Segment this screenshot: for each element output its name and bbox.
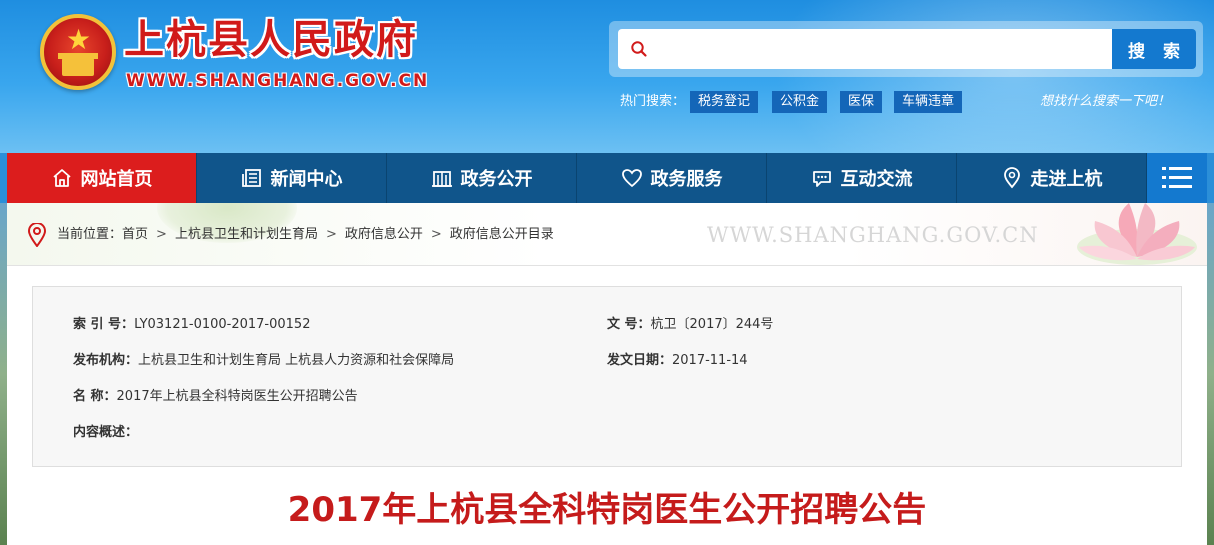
- breadcrumb-separator: >: [430, 227, 442, 242]
- breadcrumb-home[interactable]: 首页: [122, 225, 148, 245]
- side-scenery-left: [0, 203, 7, 545]
- url-watermark: WWW.SHANGHANG.GOV.CN: [707, 223, 1039, 247]
- nav-item-gov-affairs[interactable]: 政务公开: [387, 153, 577, 203]
- nav-label: 新闻中心: [270, 169, 343, 190]
- meta-index-label: 索 引 号：: [73, 317, 135, 332]
- home-icon: [52, 169, 71, 187]
- nav-item-gov-service[interactable]: 政务服务: [577, 153, 767, 203]
- search-box: [618, 29, 1112, 69]
- hot-tag-medical[interactable]: 医保: [840, 91, 883, 113]
- meta-date-value: 2017-11-14: [672, 353, 748, 368]
- breadcrumb-separator: >: [325, 227, 337, 242]
- meta-name-value: 2017年上杭县全科特岗医生公开招聘公告: [116, 389, 358, 404]
- nav-item-home[interactable]: 网站首页: [7, 153, 197, 203]
- breadcrumb-banner: WWW.SHANGHANG.GOV.CN 当前位置： 首页 > 上杭县卫生和计划…: [7, 203, 1207, 266]
- meta-name-label: 名 称：: [73, 389, 117, 404]
- breadcrumb-separator: >: [156, 227, 167, 242]
- search-icon: [631, 41, 647, 57]
- meta-index-value: LY03121-0100-2017-00152: [134, 317, 311, 332]
- hot-tag-fund[interactable]: 公积金: [772, 91, 828, 113]
- article-title: 2017年上杭县全科特岗医生公开招聘公告: [287, 490, 927, 530]
- meta-summary-label: 内容概述：: [73, 425, 139, 440]
- meta-publisher-value: 上杭县卫生和计划生育局 上杭县人力资源和社会保障局: [138, 353, 455, 368]
- emblem-star-icon: ★: [66, 23, 92, 56]
- meta-publisher-label: 发布机构：: [73, 353, 139, 368]
- site-title[interactable]: 上杭县人民政府: [124, 14, 418, 66]
- nav-item-interaction[interactable]: 互动交流: [767, 153, 957, 203]
- breadcrumb-prefix: 当前位置：: [57, 227, 123, 242]
- nav-label: 走进上杭: [1030, 169, 1103, 190]
- location-pin-icon: [27, 223, 47, 247]
- meta-index-row: 索 引 号：LY03121-0100-2017-00152: [73, 315, 310, 335]
- search-input[interactable]: [656, 35, 1106, 63]
- meta-date-row: 发文日期：2017-11-14: [607, 351, 748, 371]
- meta-name-row: 名 称：2017年上杭县全科特岗医生公开招聘公告: [73, 387, 358, 407]
- breadcrumb: 当前位置： 首页 > 上杭县卫生和计划生育局 > 政府信息公开 > 政府信息公开…: [57, 225, 554, 245]
- nav-item-about[interactable]: 走进上杭: [957, 153, 1147, 203]
- meta-summary-row: 内容概述：: [73, 423, 138, 443]
- nav-menu-button[interactable]: [1147, 153, 1207, 203]
- meta-doc-no-label: 文 号：: [607, 317, 651, 332]
- search-bar: 搜 索: [609, 21, 1203, 77]
- main-content: 索 引 号：LY03121-0100-2017-00152 文 号：杭卫〔201…: [7, 266, 1207, 545]
- side-scenery-right: [1207, 203, 1214, 545]
- document-meta-box: 索 引 号：LY03121-0100-2017-00152 文 号：杭卫〔201…: [32, 286, 1182, 467]
- building-icon: [431, 171, 452, 187]
- search-slogan: 想找什么搜索一下吧！: [1040, 94, 1171, 109]
- search-button[interactable]: 搜 索: [1112, 29, 1196, 69]
- nav-label: 网站首页: [80, 169, 153, 190]
- main-nav: 网站首页 新闻中心 政务公开 政务服务 互动交流 走进上杭: [7, 153, 1207, 203]
- nav-label: 政务公开: [460, 169, 533, 190]
- site-header: ★ 上杭县人民政府 WWW.SHANGHANG.GOV.CN 搜 索 热门搜索：…: [0, 0, 1214, 153]
- hamburger-icon: [1162, 167, 1192, 188]
- hot-search-label: 热门搜索：: [620, 94, 686, 109]
- hot-tag-tax[interactable]: 税务登记: [690, 91, 759, 113]
- meta-publisher-row: 发布机构：上杭县卫生和计划生育局 上杭县人力资源和社会保障局: [73, 351, 454, 371]
- newspaper-icon: [241, 169, 261, 187]
- meta-date-label: 发文日期：: [607, 353, 673, 368]
- nav-item-news[interactable]: 新闻中心: [197, 153, 387, 203]
- heart-icon: [621, 169, 642, 188]
- location-icon: [1003, 167, 1020, 189]
- breadcrumb-info-catalog[interactable]: 政府信息公开目录: [450, 225, 554, 245]
- breadcrumb-health-bureau[interactable]: 上杭县卫生和计划生育局: [175, 225, 318, 245]
- emblem-gate-icon: [58, 53, 98, 76]
- nav-label: 互动交流: [840, 169, 913, 190]
- nav-label: 政务服务: [650, 169, 723, 190]
- site-url: WWW.SHANGHANG.GOV.CN: [126, 71, 430, 91]
- national-emblem-logo[interactable]: ★: [40, 14, 116, 90]
- meta-doc-no-value: 杭卫〔2017〕244号: [650, 317, 774, 332]
- hot-tag-vehicle[interactable]: 车辆违章: [894, 91, 963, 113]
- meta-doc-no-row: 文 号：杭卫〔2017〕244号: [607, 315, 773, 335]
- breadcrumb-info-disclosure[interactable]: 政府信息公开: [345, 225, 423, 245]
- chat-icon: [812, 171, 831, 187]
- lotus-flower-decoration: [1077, 203, 1197, 265]
